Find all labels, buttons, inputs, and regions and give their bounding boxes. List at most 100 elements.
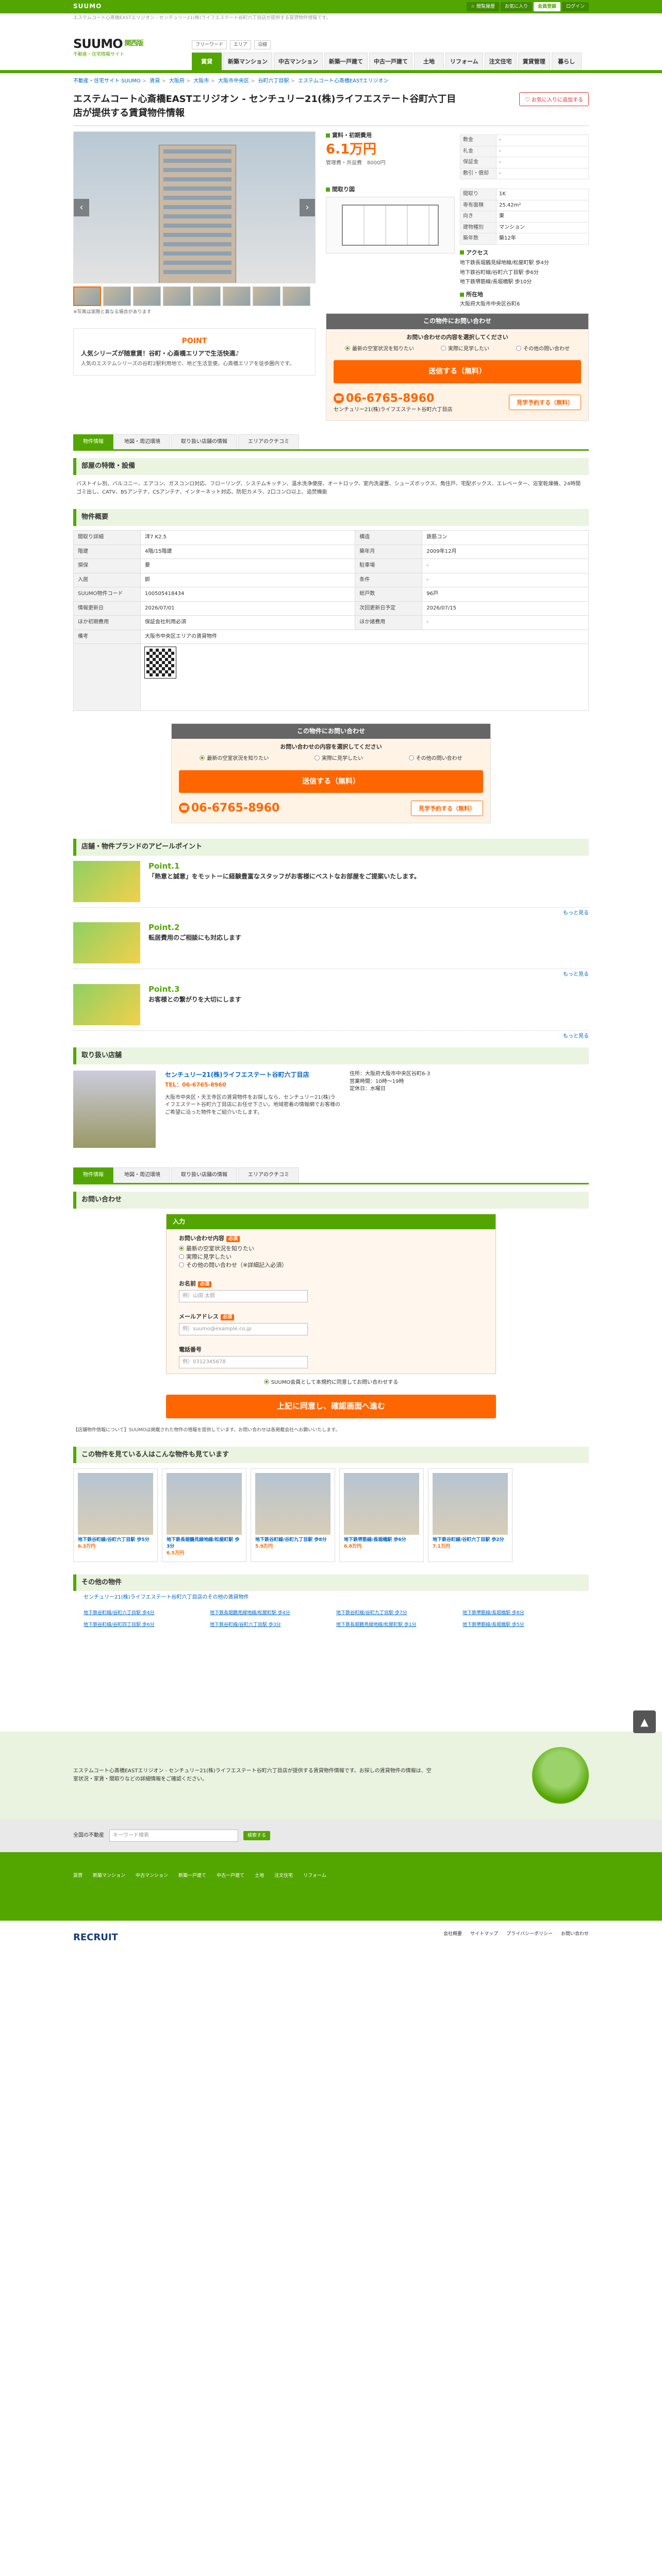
inquiry-option[interactable]: 実際に見学したい [314,755,363,763]
tab-property[interactable]: 物件情報 [73,434,113,450]
tab-property[interactable]: 物件情報 [73,1167,113,1183]
crumb-item[interactable]: 賃貸 [150,78,160,84]
footer-link[interactable]: 中古マンション [136,1873,168,1879]
footer-link[interactable]: 新築一戸建て [178,1873,206,1879]
nav-new-mansion[interactable]: 新築マンション [223,53,272,70]
form-option[interactable]: その他の問い合わせ（※詳細記入必須） [179,1262,287,1268]
crumb-item[interactable]: 不動産・住宅サイト SUUMO [73,78,141,84]
phone-input[interactable]: 例）0312345678 [179,1355,308,1368]
register-link[interactable]: 会員登録 [533,2,560,11]
rec-card[interactable]: 地下鉄谷町線/谷町九丁目駅 歩8分 5.9万円 [251,1468,335,1562]
nav-used-mansion[interactable]: 中古マンション [274,53,323,70]
phone-number[interactable]: 06-6765-8960 [191,802,279,815]
footer-search-input[interactable]: キーワード検索 [109,1829,238,1842]
footer-bottom-link[interactable]: お問い合わせ [561,1931,589,1944]
email-input[interactable]: 例）suumo@example.co.jp [179,1323,308,1335]
thumbnail[interactable] [103,286,131,306]
thumbnail[interactable] [223,286,251,306]
rec-card[interactable]: 地下鉄堺筋線/長堀橋駅 歩6分 6.8万円 [339,1468,424,1562]
thumbnail[interactable] [193,286,221,306]
footer-link[interactable]: 注文住宅 [274,1873,293,1879]
other-link[interactable]: 地下鉄谷町線/谷町六丁目駅 歩4分 [84,1610,200,1617]
logo-block[interactable]: SUUMO 関西版 不動産・住宅情報サイト [73,36,192,70]
crumb-item[interactable]: 大阪市中央区 [218,78,249,84]
logo[interactable]: SUUMO 関西版 不動産・住宅情報サイト [73,36,192,58]
shop-name[interactable]: センチュリー21(株)ライフエステート谷町六丁目店 [165,1071,340,1079]
footer-bottom-link[interactable]: プライバシーポリシー [506,1931,553,1944]
tab-shop[interactable]: 取り扱い店舗の情報 [171,1167,237,1183]
inquiry-option[interactable]: その他の問い合わせ [516,345,570,353]
main-photo[interactable]: ‹ › [73,131,316,283]
name-input[interactable]: 例）山田 太郎 [179,1290,308,1302]
nav-living[interactable]: 暮らし [551,53,582,70]
other-link[interactable]: 地下鉄堺筋線/長堀橋駅 歩8分 [462,1610,578,1617]
other-link[interactable]: 地下鉄谷町線/谷町四丁目駅 歩6分 [84,1622,200,1629]
footer-search-button[interactable]: 検索する [243,1831,271,1840]
area-select[interactable]: エリア [230,40,252,49]
footer-link[interactable]: 土地 [255,1873,264,1879]
nav-rent[interactable]: 賃貸 [192,53,222,70]
nav-custom-house[interactable]: 注文住宅 [484,53,517,70]
prev-photo-icon[interactable]: ‹ [74,199,89,216]
inquiry-option[interactable]: その他の問い合わせ [408,755,462,763]
other-link[interactable]: 地下鉄長堀鶴見緑地線/松屋町駅 歩4分 [210,1610,326,1617]
footer-link[interactable]: 賃貸 [73,1873,82,1879]
floor-plan-image[interactable] [326,196,455,253]
nav-new-house[interactable]: 新築一戸建て [324,53,368,70]
recruit-logo[interactable]: RECRUIT [73,1931,118,1944]
thumbnail[interactable] [253,286,280,306]
footer-bottom-link[interactable]: 会社概要 [443,1931,462,1944]
send-inquiry-button[interactable]: 送信する（無料） [334,360,581,383]
tab-reviews[interactable]: エリアのクチコミ [238,434,299,450]
footer-link[interactable]: リフォーム [303,1873,326,1879]
send-inquiry-button[interactable]: 送信する（無料） [179,770,483,793]
visit-reserve-button[interactable]: 見学予約する（無料） [411,801,483,817]
tab-map[interactable]: 地図・周辺環境 [114,434,170,450]
back-to-top-icon[interactable]: ▲ [633,1710,656,1733]
other-link[interactable]: 地下鉄堺筋線/長堀橋駅 歩5分 [462,1622,578,1629]
nav-land[interactable]: 土地 [414,53,444,70]
footer-link[interactable]: 新築マンション [93,1873,125,1879]
thumbnail[interactable] [73,286,101,306]
tab-reviews[interactable]: エリアのクチコミ [238,1167,299,1183]
thumbnail[interactable] [283,286,310,306]
login-link[interactable]: ログイン [561,2,589,11]
rec-card[interactable]: 地下鉄長堀鶴見緑地線/松屋町駅 歩3分 6.5万円 [162,1468,246,1562]
freeword-select[interactable]: フリーワード [192,40,227,49]
crumb-item[interactable]: 大阪府 [169,78,185,84]
more-link[interactable]: もっと見る [73,910,589,918]
topbar-logo[interactable]: SUUMO [73,2,102,11]
other-link[interactable]: 地下鉄谷町線/谷町九丁目駅 歩7分 [336,1610,452,1617]
footer-bottom-link[interactable]: サイトマップ [470,1931,498,1944]
agree-checkbox[interactable]: SUUMO会員として本規約に同意してお問い合わせする [73,1379,589,1387]
inquiry-option[interactable]: 最新の空室状況を知りたい [200,755,269,763]
next-photo-icon[interactable]: › [300,199,315,216]
phone-number[interactable]: 06-6765-8960 [346,392,434,405]
tab-shop[interactable]: 取り扱い店舗の情報 [171,434,237,450]
rec-card[interactable]: 地下鉄谷町線/谷町六丁目駅 歩2分 7.1万円 [428,1468,512,1562]
inquiry-option[interactable]: 実際に見学したい [441,345,489,353]
inquiry-option[interactable]: 最新の空室状況を知りたい [345,345,414,353]
other-link[interactable]: 地下鉄長堀鶴見緑地線/松屋町駅 歩1分 [336,1622,452,1629]
nav-rental-mgmt[interactable]: 賃貸管理 [518,53,550,70]
footer-link[interactable]: 中古一戸建て [217,1873,244,1879]
visit-reserve-button[interactable]: 見学予約する（無料） [509,394,581,410]
form-option[interactable]: 最新の空室状況を知りたい [179,1245,254,1252]
thumbnail[interactable] [163,286,191,306]
thumbnail[interactable] [133,286,161,306]
more-link[interactable]: もっと見る [73,1033,589,1041]
form-option[interactable]: 実際に見学したい [179,1253,231,1260]
nav-reform[interactable]: リフォーム [445,53,483,70]
crumb-item[interactable]: 大阪市 [193,78,209,84]
favorites-link[interactable]: お気に入り [500,2,532,11]
rec-card[interactable]: 地下鉄谷町線/谷町六丁目駅 歩5分 6.3万円 [73,1468,158,1562]
history-link[interactable]: ☆ 閲覧履歴 [467,2,499,11]
tab-map[interactable]: 地図・周辺環境 [114,1167,170,1183]
nav-used-house[interactable]: 中古一戸建て [369,53,412,70]
add-favorite-button[interactable]: ♡ お気に入りに追加する [519,92,589,106]
more-link[interactable]: もっと見る [73,971,589,979]
line-select[interactable]: 沿線 [254,40,271,49]
submit-button[interactable]: 上記に同意し、確認画面へ進む [166,1395,496,1419]
crumb-item[interactable]: 谷町六丁目駅 [258,78,289,84]
other-link[interactable]: 地下鉄谷町線/谷町六丁目駅 歩3分 [210,1622,326,1629]
